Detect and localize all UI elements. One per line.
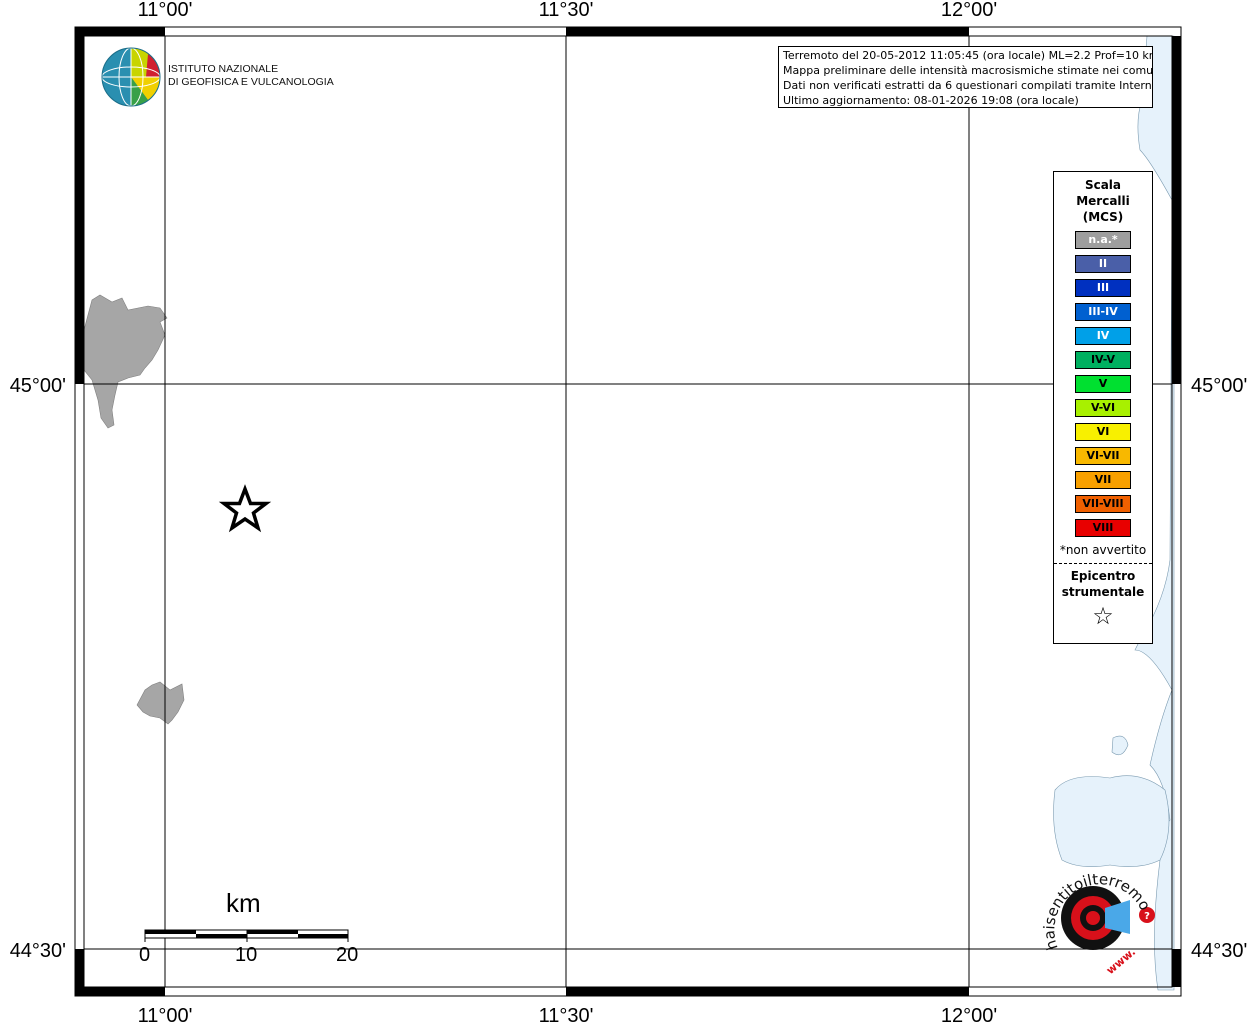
lat-label-right-1: 45°00'	[1191, 375, 1247, 397]
lat-label-right-2: 44°30'	[1191, 940, 1247, 962]
legend-item: V-VI	[1075, 399, 1131, 417]
lat-label-left-2: 44°30'	[10, 940, 66, 962]
legend-title-line-3: (MCS)	[1082, 210, 1124, 224]
ingv-line-1: ISTITUTO NAZIONALE	[168, 63, 279, 75]
ingv-logo-text: ISTITUTO NAZIONALE DI GEOFISICA E VULCAN…	[168, 63, 334, 89]
svg-text:haisentitoilterremoto.it: haisentitoilterremoto.it	[0, 0, 1154, 952]
legend-item: III	[1075, 279, 1131, 297]
hsit-www-text: www.	[1104, 945, 1138, 977]
legend-item: VII	[1075, 471, 1131, 489]
legend-items: n.a.* II III III-IV IV IV-V V V-VI VI VI-VII VII VI…	[1054, 231, 1152, 537]
legend-item: III-IV	[1075, 303, 1131, 321]
legend-title: Scala Mercalli (MCS)	[1054, 177, 1152, 225]
municipality-area-west	[83, 294, 168, 429]
municipality-area-south	[136, 681, 185, 725]
legend-star-icon: ☆	[1092, 602, 1114, 630]
info-line-2: Mappa preliminare delle intensità macros…	[783, 64, 1153, 77]
legend-item: V	[1075, 375, 1131, 393]
lon-label-top-1: 11°00'	[138, 0, 193, 21]
scale-bar	[144, 929, 349, 942]
ingv-globe-icon	[101, 47, 161, 107]
epicenter-star-icon	[218, 484, 272, 533]
legend-epicenter-line-1: Epicentro	[1070, 569, 1136, 583]
hsit-arc-text: haisentitoilterremoto.it	[0, 0, 1154, 952]
lon-label-bottom-1: 11°00'	[138, 1005, 193, 1024]
legend-item: II	[1075, 255, 1131, 273]
info-line-4: Ultimo aggiornamento: 08-01-2026 19:08 (…	[783, 94, 1079, 107]
legend-item: n.a.*	[1075, 231, 1131, 249]
mcs-legend: Scala Mercalli (MCS) n.a.* II III III-IV IV I…	[1053, 171, 1153, 644]
scale-label-10: 10	[235, 944, 258, 966]
lon-label-bottom-3: 12°00'	[941, 1005, 997, 1024]
lon-label-top-2: 11°30'	[539, 0, 594, 21]
earthquake-info-box: Terremoto del 20-05-2012 11:05:45 (ora l…	[778, 46, 1153, 108]
lat-label-left-1: 45°00'	[10, 375, 66, 397]
legend-item: VI-VII	[1075, 447, 1131, 465]
legend-divider	[1054, 563, 1152, 564]
hsit-logo-icon: ? haisentitoilterremoto.it www.	[0, 0, 1155, 977]
lagoon-small	[1111, 735, 1129, 756]
ingv-line-2: DI GEOFISICA E VULCANOLOGIA	[168, 76, 334, 88]
lon-label-top-3: 12°00'	[941, 0, 997, 21]
scale-label-20: 20	[336, 944, 359, 966]
legend-item: VI	[1075, 423, 1131, 441]
lon-label-bottom-2: 11°30'	[539, 1005, 594, 1024]
legend-item: IV-V	[1075, 351, 1131, 369]
scale-bar-title: km	[226, 888, 261, 918]
legend-title-line-1: Scala	[1084, 178, 1122, 192]
legend-item: VIII	[1075, 519, 1131, 537]
legend-item: VII-VIII	[1075, 495, 1131, 513]
scale-label-0: 0	[139, 944, 151, 966]
legend-title-line-2: Mercalli	[1076, 194, 1130, 208]
info-line-3: Dati non verificati estratti da 6 questi…	[783, 79, 1153, 92]
legend-item: IV	[1075, 327, 1131, 345]
legend-note: *non avvertito	[1059, 543, 1147, 557]
svg-text:?: ?	[1144, 911, 1150, 922]
lagoon-area	[1053, 775, 1170, 867]
legend-epicenter-label: Epicentro strumentale	[1054, 568, 1152, 600]
info-line-1: Terremoto del 20-05-2012 11:05:45 (ora l…	[783, 49, 1153, 62]
legend-epicenter-line-2: strumentale	[1061, 585, 1145, 599]
